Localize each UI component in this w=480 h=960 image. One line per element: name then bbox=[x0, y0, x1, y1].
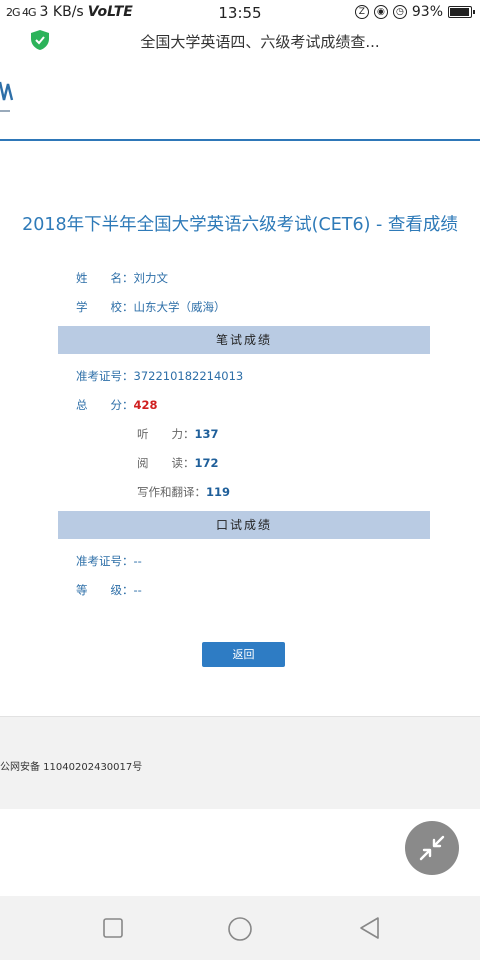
reading-row: 阅 读：172 bbox=[137, 455, 219, 471]
reading-score: 172 bbox=[194, 456, 219, 470]
collapse-fab[interactable] bbox=[405, 821, 459, 875]
oral-ticket-value: -- bbox=[133, 554, 142, 568]
collapse-arrows-icon bbox=[419, 835, 445, 861]
written-ticket-row: 准考证号：372210182214013 bbox=[76, 368, 243, 384]
back-triangle-icon[interactable] bbox=[358, 916, 380, 940]
writing-score: 119 bbox=[206, 485, 231, 499]
footer: 公网安备 11040202430017号 bbox=[0, 716, 480, 809]
grade-label: 等 级： bbox=[76, 583, 134, 597]
writing-row: 写作和翻译：119 bbox=[137, 484, 230, 500]
mute-icon: Z bbox=[354, 5, 369, 19]
name-label: 姓 名： bbox=[76, 271, 134, 285]
name-value: 刘力文 bbox=[133, 271, 169, 285]
battery-icon bbox=[448, 6, 475, 18]
alarm-icon: ◷ bbox=[392, 5, 407, 19]
oral-section-header: 口试成绩 bbox=[58, 511, 430, 539]
oral-ticket-row: 准考证号：-- bbox=[76, 553, 142, 569]
site-logo bbox=[0, 81, 14, 112]
listening-score: 137 bbox=[194, 427, 219, 441]
listening-label: 听 力： bbox=[137, 427, 195, 441]
back-button[interactable]: 返回 bbox=[202, 642, 285, 667]
listening-row: 听 力：137 bbox=[137, 426, 219, 442]
ticket-value: 372210182214013 bbox=[133, 369, 244, 383]
name-row: 姓 名：刘力文 bbox=[76, 270, 168, 286]
home-circle-icon[interactable] bbox=[227, 916, 253, 942]
school-value: 山东大学（威海） bbox=[133, 300, 226, 314]
school-label: 学 校： bbox=[76, 300, 134, 314]
lock-icon: ◉ bbox=[373, 5, 388, 19]
grade-value: -- bbox=[133, 583, 142, 597]
header-divider bbox=[0, 139, 480, 141]
status-bar: 2G 4G 3 KB/s VoLTE 13:55 Z ◉ ◷ 93% bbox=[0, 0, 480, 26]
status-right: Z ◉ ◷ 93% bbox=[354, 4, 475, 20]
oral-ticket-label: 准考证号： bbox=[76, 554, 134, 568]
written-section-header: 笔试成绩 bbox=[58, 326, 430, 354]
footer-text: 公网安备 11040202430017号 bbox=[0, 762, 143, 773]
grade-row: 等 级：-- bbox=[76, 582, 142, 598]
reading-label: 阅 读： bbox=[137, 456, 195, 470]
ticket-label: 准考证号： bbox=[76, 369, 134, 383]
writing-label: 写作和翻译： bbox=[137, 485, 206, 499]
total-score: 428 bbox=[133, 398, 158, 412]
battery-percent: 93% bbox=[411, 4, 443, 20]
recents-square-icon[interactable] bbox=[103, 918, 123, 938]
school-row: 学 校：山东大学（威海） bbox=[76, 299, 226, 315]
total-row: 总 分：428 bbox=[76, 397, 158, 413]
browser-bar: 全国大学英语四、六级考试成绩查... bbox=[0, 26, 480, 56]
page-title: 2018年下半年全国大学英语六级考试(CET6) - 查看成绩 bbox=[22, 215, 458, 235]
total-label: 总 分： bbox=[76, 398, 134, 412]
system-nav-bar bbox=[0, 896, 480, 960]
browser-title[interactable]: 全国大学英语四、六级考试成绩查... bbox=[60, 31, 460, 52]
shield-icon[interactable] bbox=[31, 30, 49, 50]
